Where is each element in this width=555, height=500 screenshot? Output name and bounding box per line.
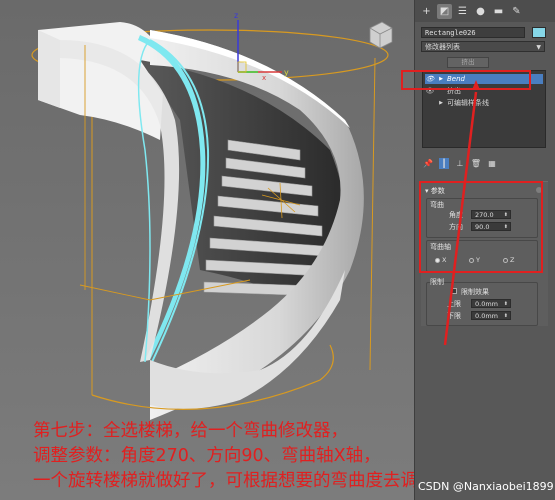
lower-limit-spinner[interactable]: 0.0mm ⬍ [471, 311, 511, 320]
utilities-icon[interactable]: ✎ [509, 4, 524, 19]
limit-effect-label: 限制效果 [461, 288, 489, 296]
gizmo-z-label: z [234, 11, 238, 20]
expand-triangle-icon[interactable]: ▶ [438, 98, 444, 108]
upper-limit-spinner[interactable]: 0.0mm ⬍ [471, 299, 511, 308]
modify-icon[interactable]: ◩ [437, 3, 452, 19]
make-unique-icon[interactable]: ⊥ [455, 158, 465, 169]
watermark: CSDN @Nanxiaobei1899 [418, 480, 554, 493]
gizmo-x-label: x [262, 74, 266, 82]
lower-limit-label: 下限 [447, 312, 461, 320]
display-icon[interactable]: ▬ [491, 4, 506, 19]
caption-line-3: 一个旋转楼梯就做好了，可根据想要的弯曲度去调整参数 [33, 471, 414, 491]
extrude-button[interactable]: 挤出 [447, 57, 489, 68]
limit-effect-checkbox[interactable] [451, 288, 457, 294]
upper-limit-label: 上限 [447, 300, 461, 308]
stack-item-label: 可编辑样条线 [447, 99, 489, 107]
spinner-arrows-icon[interactable]: ⬍ [504, 300, 508, 309]
annotation-box-stack [401, 70, 531, 90]
motion-icon[interactable]: ● [473, 4, 488, 19]
delete-modifier-icon[interactable]: 🗑 [471, 158, 481, 169]
object-color-swatch[interactable] [532, 27, 546, 38]
modifier-list-label: 修改器列表 [425, 43, 460, 51]
caption-line-2: 调整参数：角度270、方向90、弯曲轴X轴， [33, 446, 381, 466]
hierarchy-icon[interactable]: ☰ [455, 4, 470, 19]
limit-group-label: 限制 [430, 278, 444, 286]
annotation-box-params [419, 181, 543, 273]
object-name-field[interactable]: Rectangle026 [421, 27, 525, 38]
configure-sets-icon[interactable]: ▦ [487, 158, 497, 169]
create-icon[interactable]: + [419, 4, 434, 19]
panel-toolbar: + ◩ ☰ ● ▬ ✎ [415, 0, 555, 22]
gizmo-y-label: y [284, 68, 289, 77]
spinner-arrows-icon[interactable]: ⬍ [504, 312, 508, 321]
modifier-list-dropdown[interactable]: 修改器列表 ▼ [421, 41, 545, 52]
show-end-result-icon[interactable]: ┃ [439, 157, 449, 169]
viewport-3d[interactable]: z y x 第七步：全选楼梯，给一个弯曲修改器， 调整参数：角度270、方向90… [0, 0, 414, 500]
stack-tools-row: 📌 ┃ ⊥ 🗑 ▦ [423, 157, 497, 169]
chevron-down-icon: ▼ [536, 44, 541, 51]
tutorial-caption: 第七步：全选楼梯，给一个弯曲修改器， 调整参数：角度270、方向90、弯曲轴X轴… [33, 419, 414, 494]
caption-line-1: 第七步：全选楼梯，给一个弯曲修改器， [33, 421, 348, 441]
pin-stack-icon[interactable]: 📌 [423, 158, 433, 169]
stack-item-editable-spline[interactable]: ▶ 可编辑样条线 [425, 98, 543, 108]
